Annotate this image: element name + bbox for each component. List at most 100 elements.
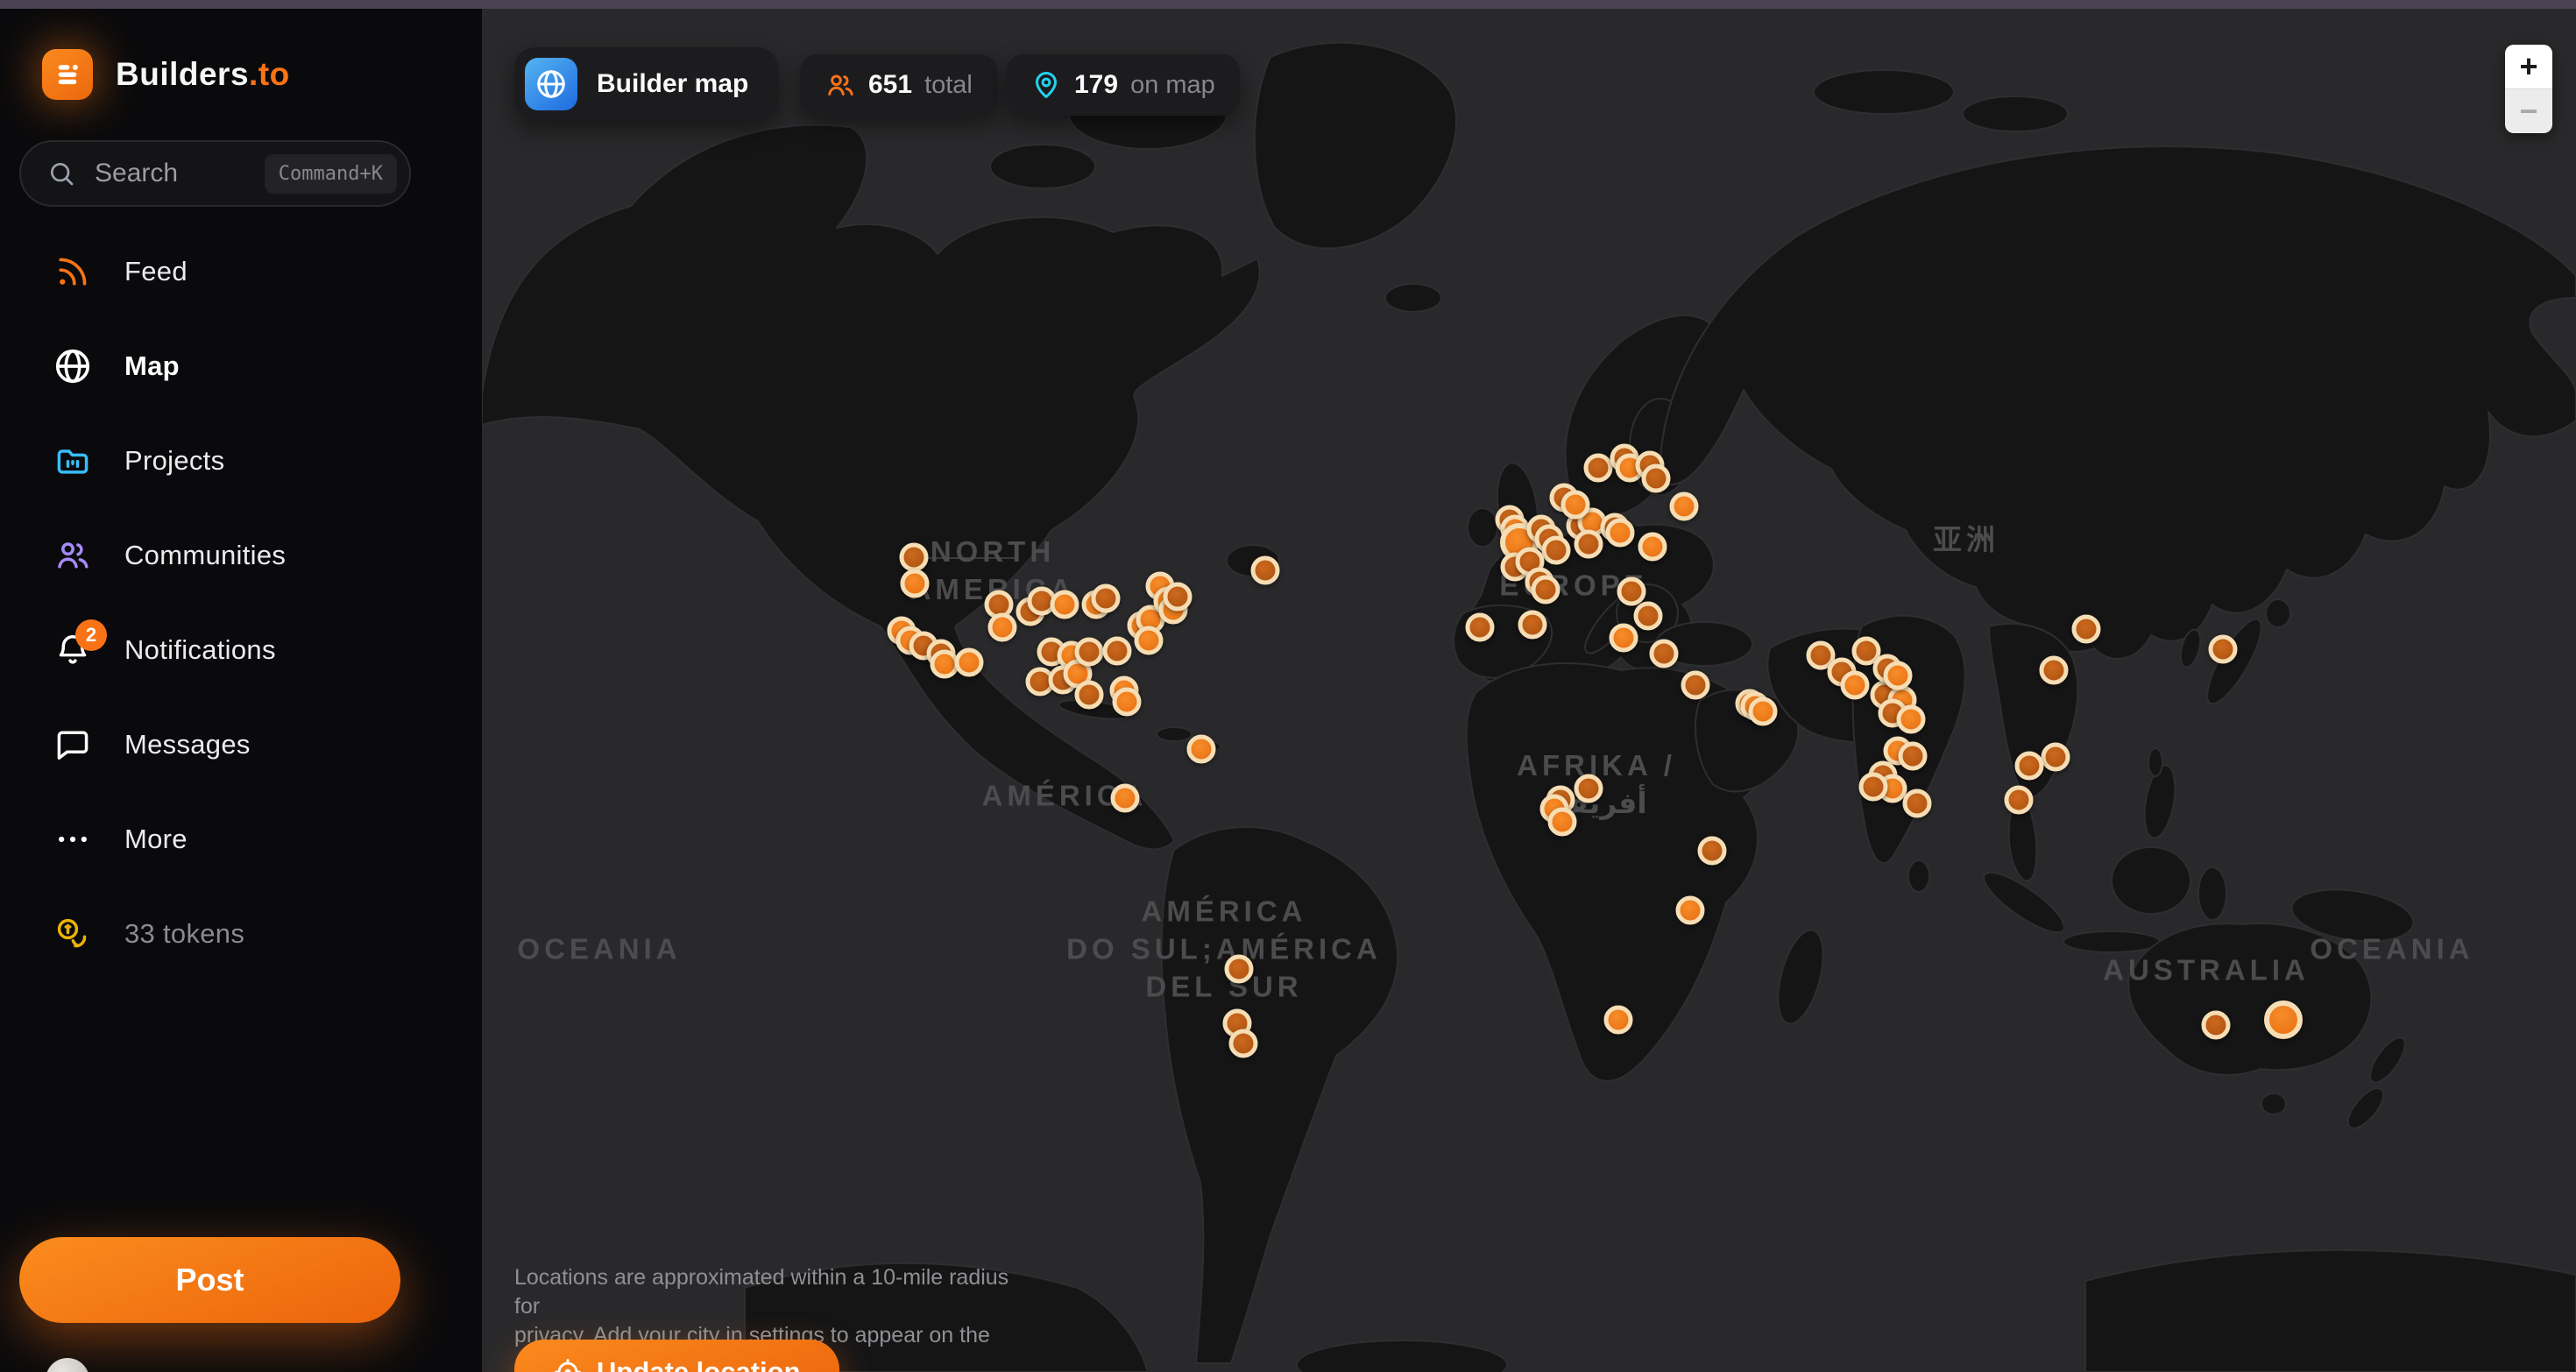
builder-location-dot[interactable]: [900, 543, 929, 572]
builder-location-dot[interactable]: [1466, 613, 1495, 642]
on-map-chip: 179 on map: [1006, 54, 1240, 116]
builder-location-dot[interactable]: [1749, 697, 1778, 726]
builder-location-dot[interactable]: [1650, 640, 1679, 668]
sidebar-item-label: More: [124, 824, 188, 855]
post-button[interactable]: Post: [19, 1237, 400, 1323]
builder-location-dot[interactable]: [1229, 1029, 1258, 1058]
builder-location-dot[interactable]: [955, 648, 984, 677]
builder-location-dot[interactable]: [1638, 533, 1667, 562]
coins-icon: [53, 914, 93, 954]
builder-location-dot[interactable]: [1676, 896, 1705, 925]
builder-location-dot[interactable]: [1897, 705, 1926, 734]
world-landmass: [482, 9, 2576, 1372]
builder-location-dot[interactable]: [1617, 577, 1646, 606]
total-count: 651: [868, 70, 912, 100]
builder-location-dot[interactable]: [988, 613, 1017, 642]
builder-location-dot[interactable]: [1575, 774, 1603, 803]
zoom-in-button[interactable]: +: [2505, 45, 2552, 89]
builder-location-dot[interactable]: [1642, 464, 1671, 493]
chat-icon: [53, 725, 93, 765]
user-avatar[interactable]: [46, 1358, 89, 1372]
builder-location-dot[interactable]: [2209, 635, 2238, 664]
map-zoom-control: + −: [2505, 45, 2552, 133]
builder-location-dot[interactable]: [1187, 735, 1216, 764]
window-top-strip: [0, 0, 2576, 9]
builder-location-dot[interactable]: [1518, 611, 1547, 640]
sidebar-item-label: Projects: [124, 445, 224, 477]
builder-location-dot[interactable]: [1164, 583, 1192, 612]
builder-location-dot[interactable]: [2042, 743, 2070, 772]
update-location-label: Update location: [597, 1356, 801, 1372]
builders-app: Builders.to Command+K Feed: [0, 0, 2576, 1372]
builder-location-dot[interactable]: [2040, 656, 2069, 685]
builder-location-dot[interactable]: [1841, 671, 1870, 700]
builder-location-dot[interactable]: [1884, 661, 1913, 690]
sidebar-item-map[interactable]: Map: [0, 319, 482, 414]
update-location-button[interactable]: Update location: [514, 1340, 839, 1372]
builder-location-dot[interactable]: [2015, 752, 2044, 781]
search-shortcut-badge: Command+K: [265, 154, 397, 194]
builder-location-dot[interactable]: [1670, 492, 1699, 521]
builder-location-dot[interactable]: [1075, 681, 1104, 710]
builder-map-globe-icon: [525, 58, 577, 110]
builder-location-dot[interactable]: [1113, 688, 1142, 717]
folder-icon: [53, 441, 93, 481]
bell-icon: 2: [53, 630, 93, 670]
brand-logo[interactable]: Builders.to: [42, 49, 290, 100]
sidebar-item-communities[interactable]: Communities: [0, 508, 482, 603]
search-icon: [47, 159, 75, 187]
pin-icon: [1030, 69, 1062, 101]
builder-location-dot[interactable]: [1075, 638, 1104, 667]
builder-location-dot[interactable]: [1561, 491, 1590, 520]
sidebar-nav: Feed Map Projects: [0, 224, 482, 981]
builder-location-dot[interactable]: [1103, 637, 1132, 666]
builder-location-dot[interactable]: [1251, 556, 1280, 585]
builder-location-dot[interactable]: [1899, 742, 1928, 771]
sidebar-item-notifications[interactable]: 2 Notifications: [0, 603, 482, 697]
builder-location-dot[interactable]: [2264, 1001, 2303, 1039]
on-map-label: on map: [1130, 71, 1215, 100]
builder-location-dot[interactable]: [1111, 784, 1140, 813]
builder-location-dot[interactable]: [2202, 1011, 2231, 1040]
users-icon: [53, 535, 93, 576]
builder-location-dot[interactable]: [1610, 624, 1638, 653]
feed-icon: [53, 251, 93, 292]
builder-location-dot[interactable]: [1859, 773, 1888, 802]
search-bar[interactable]: Command+K: [19, 140, 411, 207]
builder-location-dot[interactable]: [2072, 615, 2101, 644]
builder-map-chip[interactable]: Builder map: [514, 47, 778, 121]
sidebar-item-tokens[interactable]: 33 tokens: [0, 887, 482, 981]
builder-location-dot[interactable]: [1532, 576, 1560, 605]
builder-location-dot[interactable]: [2005, 786, 2034, 815]
builder-location-dot[interactable]: [1092, 584, 1121, 613]
sidebar-item-feed[interactable]: Feed: [0, 224, 482, 319]
builder-location-dot[interactable]: [1575, 530, 1603, 559]
builder-location-dot[interactable]: [1634, 602, 1663, 631]
builder-location-dot[interactable]: [1225, 955, 1254, 984]
sidebar-item-label: 33 tokens: [124, 918, 244, 950]
builder-location-dot[interactable]: [1903, 789, 1932, 818]
total-label: total: [924, 71, 973, 100]
builder-location-dot[interactable]: [1542, 536, 1571, 565]
builder-location-dot[interactable]: [1698, 837, 1727, 866]
sidebar-item-messages[interactable]: Messages: [0, 697, 482, 792]
sidebar-item-more[interactable]: More: [0, 792, 482, 887]
builder-map[interactable]: NORTH AMERICAAMÉRICAEUROPEAFRIKA / أفريق…: [482, 9, 2576, 1372]
sidebar-item-label: Communities: [124, 540, 286, 571]
globe-icon: [53, 346, 93, 386]
builder-location-dot[interactable]: [1548, 808, 1577, 837]
builder-location-dot[interactable]: [1604, 1006, 1633, 1035]
users-icon: [824, 69, 856, 101]
on-map-count: 179: [1074, 70, 1118, 100]
builder-location-dot[interactable]: [901, 569, 930, 598]
builder-location-dot[interactable]: [1681, 671, 1710, 700]
sidebar-item-label: Map: [124, 350, 180, 382]
zoom-out-button[interactable]: −: [2505, 89, 2552, 133]
builder-location-dot[interactable]: [1606, 519, 1635, 548]
builder-location-dot[interactable]: [1135, 626, 1164, 655]
builder-location-dot[interactable]: [1584, 454, 1613, 483]
builder-location-dot[interactable]: [1051, 591, 1079, 619]
sidebar-item-projects[interactable]: Projects: [0, 414, 482, 508]
search-input[interactable]: [93, 158, 265, 189]
privacy-note-line1: Locations are approximated within a 10-m…: [514, 1263, 1023, 1321]
